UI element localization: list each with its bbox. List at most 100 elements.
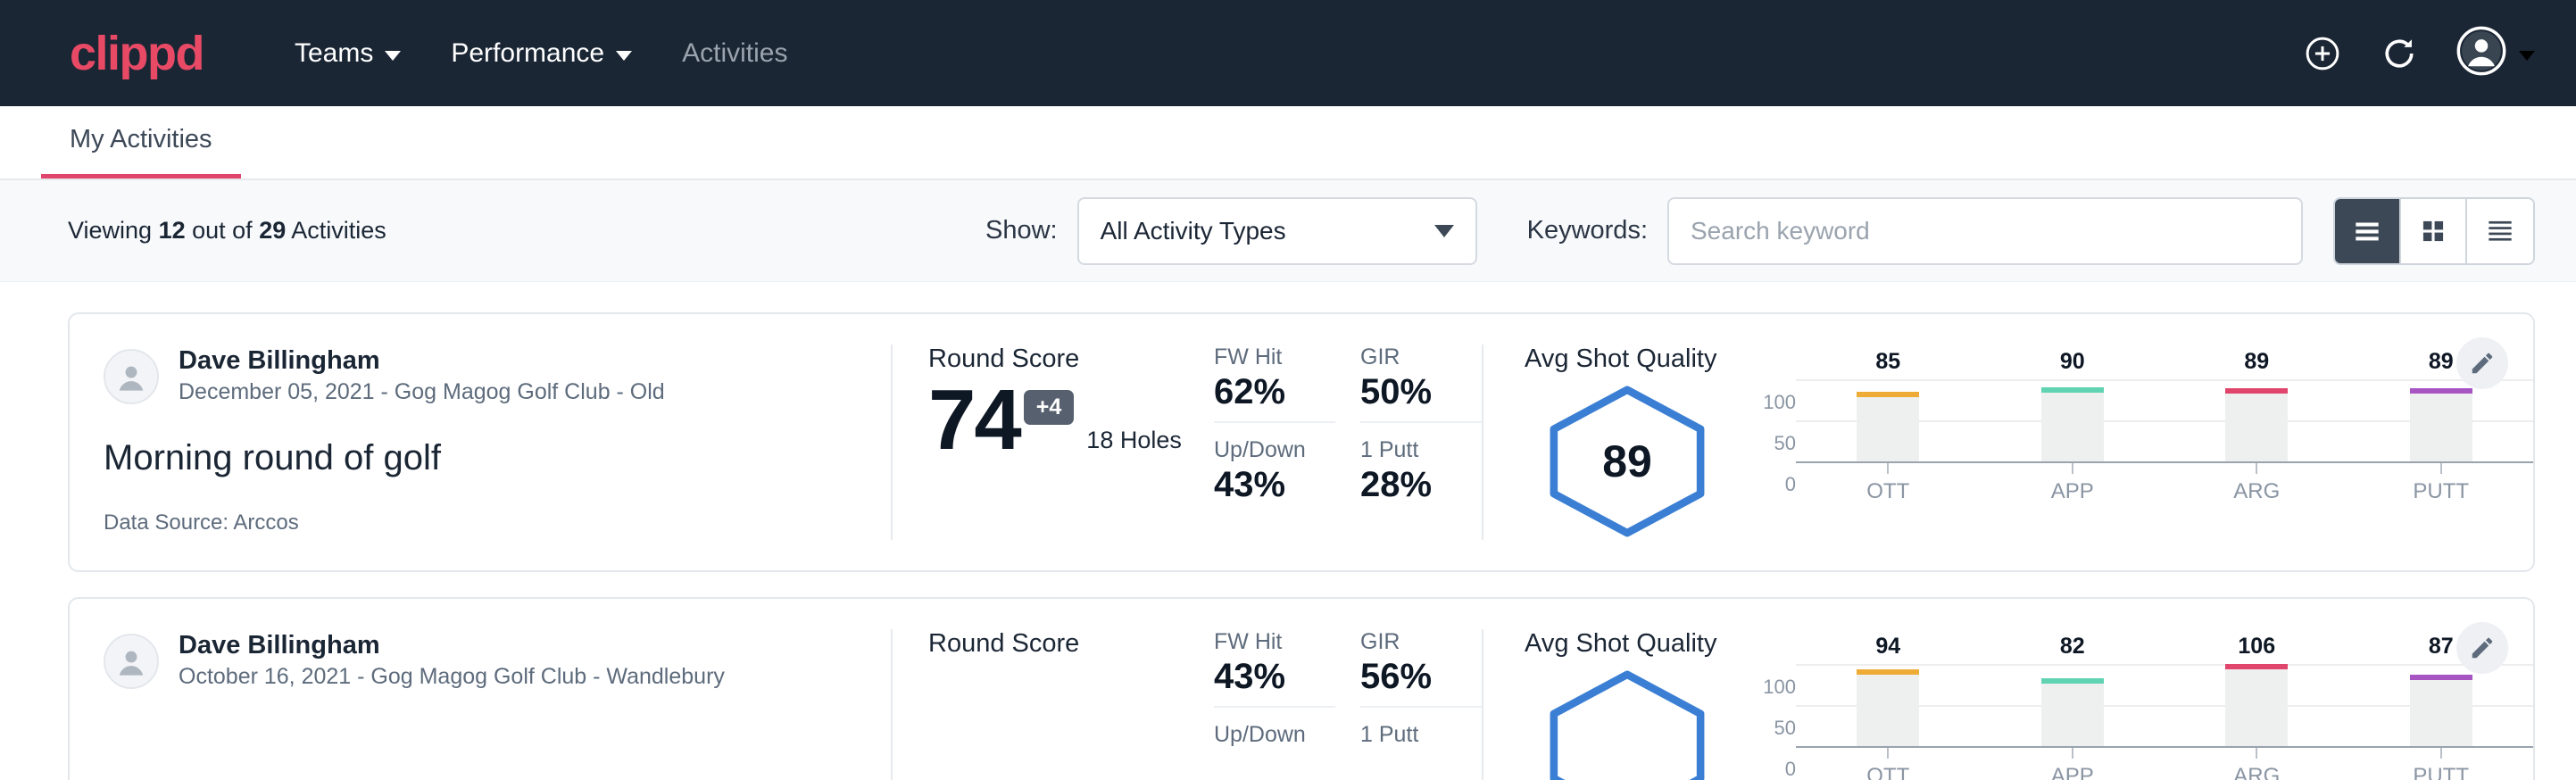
activity-author-text: Dave Billingham December 05, 2021 - Gog … (179, 344, 665, 408)
x-label-putt: PUTT (2410, 764, 2472, 780)
bar-ott-rect (1857, 675, 1919, 746)
bar-arg-value: 106 (2238, 634, 2275, 660)
bar-arg-rect (2225, 394, 2288, 461)
edit-activity-button[interactable] (2456, 337, 2508, 389)
shot-quality-bar-chart: 100 50 0 85 (1730, 379, 2533, 485)
bar-putt: 89 (2410, 379, 2472, 461)
viewing-suffix: Activities (286, 217, 386, 244)
activity-card[interactable]: Dave Billingham December 05, 2021 - Gog … (68, 312, 2535, 572)
chevron-down-icon (385, 51, 401, 61)
y-tick-50: 50 (1774, 432, 1796, 455)
bar-putt-rect (2410, 680, 2472, 746)
stat-up-down-label: Up/Down (1214, 437, 1335, 463)
chart-plot-area: 94 82 106 (1796, 664, 2533, 769)
avg-shot-quality-label: Avg Shot Quality (1525, 344, 2533, 374)
x-label-app: APP (2041, 479, 2104, 504)
compact-view-button[interactable] (2467, 199, 2533, 263)
avatar (104, 349, 159, 404)
edit-activity-button[interactable] (2456, 622, 2508, 674)
nav-item-activities-label: Activities (682, 38, 787, 69)
x-tick-arg (2225, 748, 2288, 759)
chart-y-axis: 100 50 0 (1746, 402, 1796, 485)
navbar-actions (2303, 26, 2535, 80)
round-score-section: Round Score 74 +4 18 Holes (893, 344, 1214, 540)
y-tick-100: 100 (1763, 391, 1796, 414)
bar-app-value: 90 (2060, 349, 2085, 375)
grid-view-button[interactable] (2401, 199, 2467, 263)
stat-fw-hit-value: 43% (1214, 657, 1335, 697)
quality-hexagon-wrap (1525, 664, 1730, 780)
activity-card[interactable]: Dave Billingham October 16, 2021 - Gog M… (68, 597, 2535, 780)
stat-one-putt-value: 28% (1360, 465, 1482, 505)
quality-hexagon-wrap: 89 (1525, 379, 1730, 540)
stat-fw-hit: FW Hit 43% (1214, 629, 1335, 708)
nav-item-performance[interactable]: Performance (426, 28, 657, 79)
nav-item-activities[interactable]: Activities (657, 28, 812, 79)
nav-item-teams[interactable]: Teams (270, 28, 426, 79)
bar-putt-value: 89 (2429, 349, 2454, 375)
stat-one-putt: 1 Putt 28% (1360, 437, 1482, 514)
bar-ott: 85 (1857, 379, 1919, 461)
stat-one-putt: 1 Putt (1360, 722, 1482, 759)
x-tick-putt (2410, 463, 2472, 474)
round-stats-grid: FW Hit 43% GIR 56% Up/Down 1 Putt (1214, 629, 1482, 780)
activity-card-summary: Dave Billingham December 05, 2021 - Gog … (70, 344, 891, 540)
filter-controls: Show: All Activity Types Keywords: (985, 197, 2535, 265)
top-navbar: clippd Teams Performance Activities (0, 0, 2576, 106)
x-label-app: APP (2041, 764, 2104, 780)
shot-quality-bar-chart: 100 50 0 94 (1730, 664, 2533, 769)
keywords-label: Keywords: (1527, 216, 1648, 245)
show-label: Show: (985, 216, 1058, 245)
tab-bar: My Activities (0, 106, 2576, 180)
account-circle-icon (2456, 26, 2506, 80)
refresh-icon[interactable] (2380, 34, 2419, 73)
stat-up-down: Up/Down (1214, 722, 1335, 759)
stat-gir-value: 50% (1360, 372, 1482, 412)
bar-app-rect (2041, 393, 2104, 461)
stat-gir-value: 56% (1360, 657, 1482, 697)
chart-y-axis: 100 50 0 (1746, 687, 1796, 769)
stat-fw-hit-value: 62% (1214, 372, 1335, 412)
chart-x-ticks (1796, 463, 2533, 474)
bar-arg: 106 (2225, 664, 2288, 746)
stat-up-down-label: Up/Down (1214, 722, 1335, 748)
activity-author: Dave Billingham October 16, 2021 - Gog M… (104, 629, 855, 693)
round-stats-grid: FW Hit 62% GIR 50% Up/Down 43% 1 Putt 28… (1214, 344, 1482, 540)
y-tick-50: 50 (1774, 717, 1796, 740)
avatar (104, 634, 159, 689)
search-input[interactable] (1667, 197, 2303, 265)
stat-one-putt-label: 1 Putt (1360, 722, 1482, 748)
chart-bars: 94 82 106 (1796, 664, 2533, 746)
stat-fw-hit-label: FW Hit (1214, 344, 1335, 370)
x-tick-putt (2410, 748, 2472, 759)
bar-arg: 89 (2225, 379, 2288, 461)
viewing-prefix: Viewing (68, 217, 159, 244)
x-label-ott: OTT (1857, 479, 1919, 504)
stat-up-down-value: 43% (1214, 465, 1335, 505)
primary-nav: Teams Performance Activities (270, 28, 812, 79)
add-circle-icon[interactable] (2303, 34, 2342, 73)
hexagon-icon (1540, 668, 1715, 780)
round-score-label: Round Score (928, 344, 1214, 374)
bar-arg-value: 89 (2244, 349, 2269, 375)
clippd-logo[interactable]: clippd (70, 29, 204, 78)
list-view-button[interactable] (2335, 199, 2401, 263)
activity-type-value: All Activity Types (1101, 217, 1434, 245)
pencil-icon (2469, 635, 2496, 661)
bar-app: 82 (2041, 664, 2104, 746)
activity-data-source: Data Source: Arccos (104, 510, 855, 535)
y-tick-100: 100 (1763, 676, 1796, 699)
chart-x-ticks (1796, 748, 2533, 759)
x-label-putt: PUTT (2410, 479, 2472, 504)
chart-x-labels: OTT APP ARG PUTT (1796, 479, 2533, 504)
quality-score-value: 89 (1602, 436, 1652, 487)
stat-one-putt-label: 1 Putt (1360, 437, 1482, 463)
tab-my-activities[interactable]: My Activities (41, 125, 241, 178)
quality-hexagon (1540, 668, 1715, 780)
activity-type-select[interactable]: All Activity Types (1077, 197, 1477, 265)
account-menu[interactable] (2456, 26, 2535, 80)
stat-gir: GIR 56% (1360, 629, 1482, 708)
chart-bars: 85 90 89 (1796, 379, 2533, 461)
nav-item-performance-label: Performance (451, 38, 604, 69)
chevron-down-icon (616, 51, 632, 61)
